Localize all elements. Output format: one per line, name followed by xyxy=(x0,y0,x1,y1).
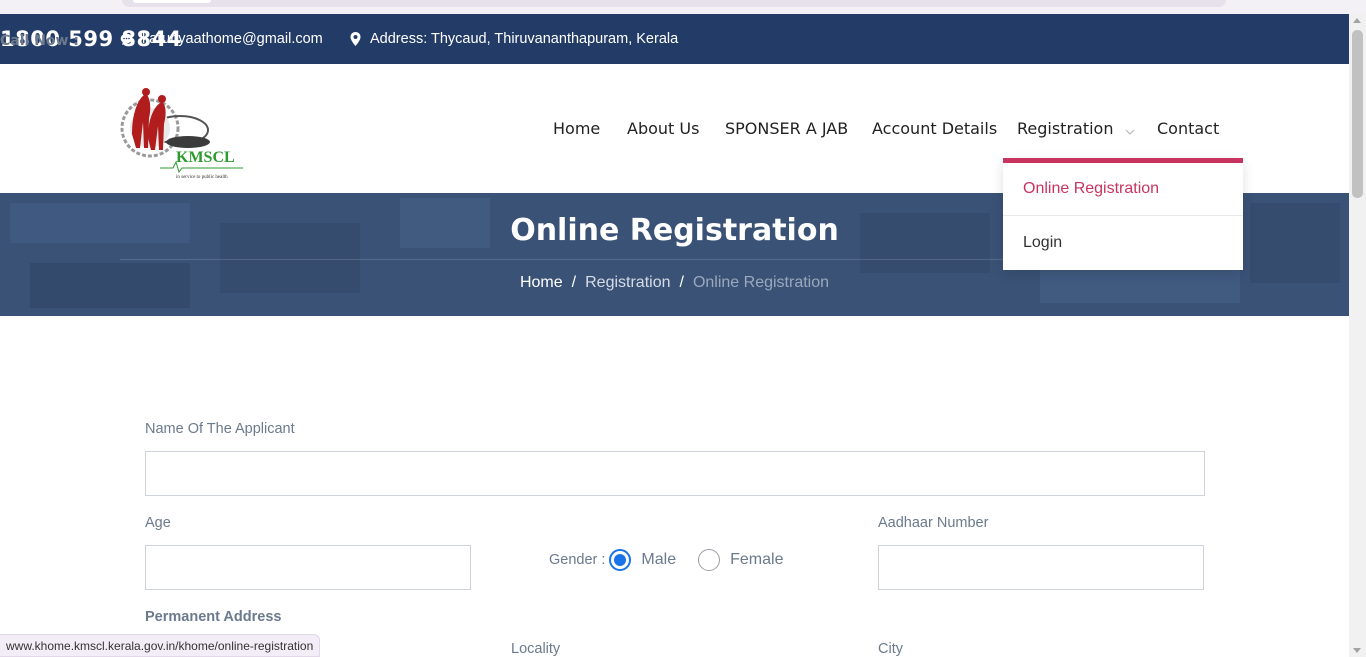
call-now-label: Call Now : xyxy=(0,33,79,49)
contact-address: Address: Thycaud, Thiruvananthapuram, Ke… xyxy=(350,14,678,64)
dropdown-online-registration[interactable]: Online Registration xyxy=(1003,163,1243,216)
nav-about-us[interactable]: About Us xyxy=(627,119,699,138)
nav-home[interactable]: Home xyxy=(553,119,600,138)
age-label: Age xyxy=(145,515,171,531)
age-input[interactable] xyxy=(145,545,471,590)
logo-text: KMSCL xyxy=(176,149,235,166)
female-radio[interactable] xyxy=(698,549,721,571)
breadcrumb-registration[interactable]: Registration xyxy=(585,274,670,291)
nav-sponser-a-jab[interactable]: SPONSER A JAB xyxy=(725,119,848,138)
name-label: Name Of The Applicant xyxy=(145,421,295,437)
status-bar-url: www.khome.kmscl.kerala.gov.in/khome/onli… xyxy=(0,634,321,657)
browser-toolbar-edge xyxy=(0,0,1366,14)
contact-email[interactable]: karunyaathome@gmail.com xyxy=(120,14,323,64)
breadcrumb-home[interactable]: Home xyxy=(520,274,563,291)
aadhaar-label: Aadhaar Number xyxy=(878,515,989,531)
contact-address-text: Address: Thycaud, Thiruvananthapuram, Ke… xyxy=(370,31,679,47)
scrollbar-thumb[interactable] xyxy=(1352,30,1363,198)
breadcrumb-current: Online Registration xyxy=(692,274,830,291)
dropdown-login[interactable]: Login xyxy=(1003,216,1243,269)
contact-email-text: karunyaathome@gmail.com xyxy=(142,31,323,47)
scroll-up-arrow-icon[interactable] xyxy=(1353,18,1361,23)
female-label: Female xyxy=(730,551,784,568)
address-bar-edge xyxy=(122,0,1226,7)
logo-tagline: in service to public health xyxy=(176,175,228,180)
gender-group: Gender : Male Female xyxy=(549,546,805,574)
city-label: City xyxy=(878,641,903,657)
gender-label: Gender : xyxy=(549,552,606,568)
aadhaar-input[interactable] xyxy=(878,545,1204,590)
scroll-down-arrow-icon[interactable] xyxy=(1353,648,1361,653)
male-radio[interactable] xyxy=(609,549,632,571)
nav-contact[interactable]: Contact xyxy=(1157,119,1219,138)
chat-icon xyxy=(120,33,133,46)
gender-option-female[interactable]: Female xyxy=(698,549,783,571)
male-label: Male xyxy=(641,551,677,568)
browser-tab-edge xyxy=(133,0,211,3)
map-pin-icon xyxy=(350,32,361,46)
nav-account-details[interactable]: Account Details xyxy=(872,119,997,138)
registration-form: Name Of The Applicant Age Gender : Male … xyxy=(0,316,1349,657)
permanent-address-heading: Permanent Address xyxy=(145,609,282,625)
breadcrumb: Home / Registration / Online Registration xyxy=(0,274,1349,292)
registration-dropdown: Online Registration Login xyxy=(1003,158,1243,270)
locality-label: Locality xyxy=(511,641,561,657)
gender-option-male[interactable]: Male xyxy=(609,549,676,571)
chevron-down-icon xyxy=(1125,120,1135,139)
name-input[interactable] xyxy=(145,451,1205,496)
breadcrumb-separator: / xyxy=(679,274,684,291)
breadcrumb-separator: / xyxy=(571,274,577,291)
nav-registration-label: Registration xyxy=(1017,119,1114,138)
kmscl-logo[interactable]: KMSCL in service to public health xyxy=(118,86,248,181)
top-contact-bar: karunyaathome@gmail.com Address: Thycaud… xyxy=(0,14,1349,64)
page-scrollbar[interactable] xyxy=(1349,14,1366,657)
nav-registration[interactable]: Registration xyxy=(1017,119,1135,139)
